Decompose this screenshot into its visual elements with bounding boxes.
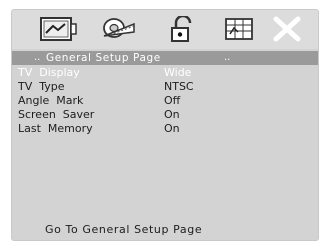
section-title: General Setup Page bbox=[46, 52, 161, 64]
menu-item-value: Off bbox=[164, 94, 181, 107]
menu-item-value: On bbox=[164, 122, 180, 135]
footer-hint: Go To General Setup Page bbox=[45, 223, 203, 236]
exit-icon[interactable] bbox=[270, 16, 308, 42]
status-footer: Go To General Setup Page bbox=[12, 220, 318, 240]
lock-icon[interactable] bbox=[164, 16, 202, 42]
section-dots-left: .. bbox=[34, 52, 41, 63]
menu-item-last-memory[interactable]: Last Memory On bbox=[18, 122, 314, 136]
setup-menu-list: TV Display Wide TV Type NTSC Angle Mark … bbox=[18, 66, 314, 136]
menu-item-value: NTSC bbox=[164, 80, 194, 93]
section-dots-right: .. bbox=[224, 52, 231, 63]
preference-icon[interactable] bbox=[222, 16, 260, 42]
menu-item-label: TV Display bbox=[18, 66, 80, 79]
menu-item-value: Wide bbox=[164, 66, 192, 79]
menu-item-angle-mark[interactable]: Angle Mark Off bbox=[18, 94, 314, 108]
general-setup-icon[interactable] bbox=[40, 16, 78, 42]
osd-screen: .. General Setup Page .. TV Display Wide… bbox=[11, 9, 319, 241]
menu-item-label: TV Type bbox=[18, 80, 65, 93]
menu-item-label: Screen Saver bbox=[18, 108, 95, 121]
menu-item-label: Angle Mark bbox=[18, 94, 84, 107]
menu-item-tv-type[interactable]: TV Type NTSC bbox=[18, 80, 314, 94]
menu-item-tv-display[interactable]: TV Display Wide bbox=[18, 66, 314, 80]
section-header-bar: .. General Setup Page .. bbox=[12, 51, 318, 65]
audio-setup-icon[interactable] bbox=[100, 16, 138, 42]
menu-item-value: On bbox=[164, 108, 180, 121]
menu-item-label: Last Memory bbox=[18, 122, 93, 135]
setup-toolbar bbox=[12, 10, 318, 49]
menu-item-screen-saver[interactable]: Screen Saver On bbox=[18, 108, 314, 122]
